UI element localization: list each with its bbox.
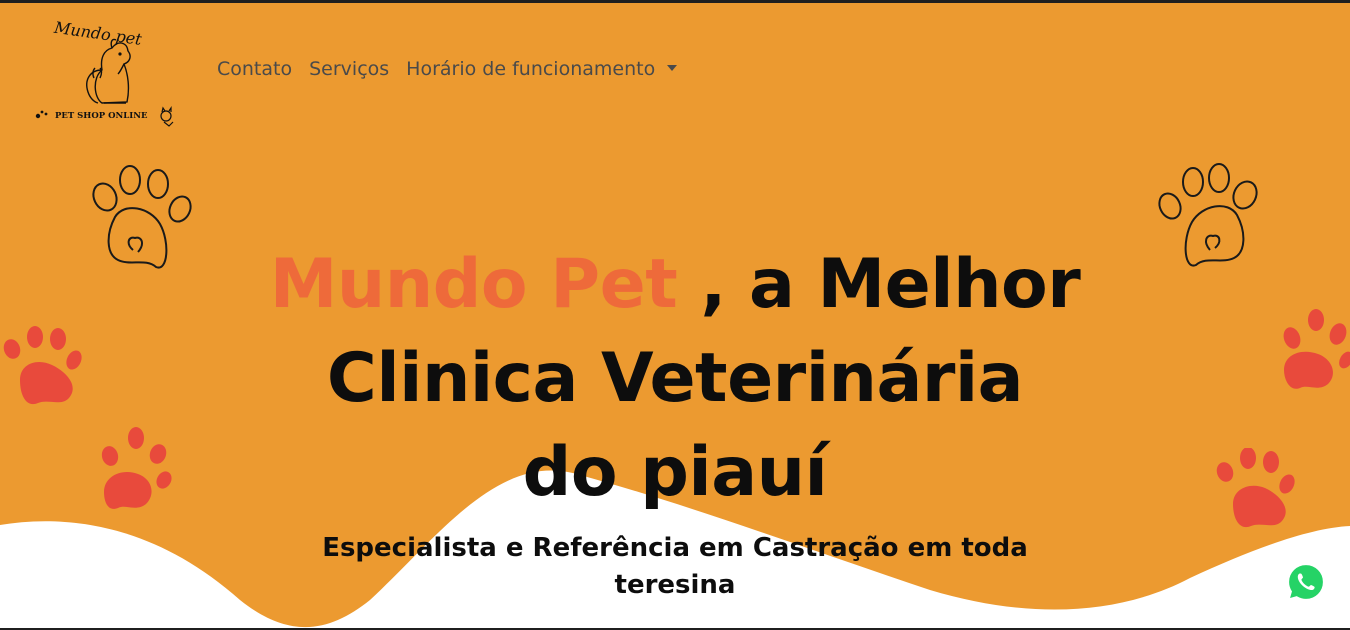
hero-subtitle: Especialista e Referência em Castração e… (300, 530, 1050, 604)
whatsapp-icon (1286, 562, 1326, 602)
logo-graphic: Mundo pet PET SHOP ONLINE (35, 18, 174, 127)
caret-down-icon (667, 64, 678, 71)
svg-text:PET SHOP ONLINE: PET SHOP ONLINE (55, 111, 148, 121)
sitting-dog-cat-icon (86, 38, 131, 104)
nav-link-servicos[interactable]: Serviços (309, 58, 389, 80)
hero-title-line2: Clinica Veterinária (326, 339, 1024, 418)
hero-title-line3: do piauí (522, 433, 828, 512)
svg-text:Mundo pet: Mundo pet (52, 18, 143, 49)
small-cat-icon (160, 106, 174, 127)
whatsapp-button[interactable] (1285, 561, 1327, 603)
main-navigation: Contato Serviços Horário de funcionament… (217, 58, 694, 80)
red-paw-icon (1215, 448, 1295, 530)
small-paw-icon (35, 110, 48, 119)
red-paw-icon (1278, 308, 1350, 394)
hero-title: Mundo Pet , a Melhor Clinica Veterinária d… (175, 238, 1175, 520)
logo-tagline: PET SHOP ONLINE (55, 111, 148, 121)
logo-title-text: Mundo pet (52, 18, 143, 49)
nav-dropdown-horario[interactable]: Horário de funcionamento (406, 58, 678, 80)
logo[interactable]: Mundo pet PET SHOP ONLINE (32, 18, 182, 130)
hero-brand-name: Mundo Pet (269, 245, 678, 324)
nav-link-contato[interactable]: Contato (217, 58, 292, 80)
hero-subtitle-line2: teresina (614, 570, 736, 600)
hero-subtitle-line1: Especialista e Referência em Castração e… (322, 533, 1028, 563)
red-paw-icon (96, 426, 176, 512)
nav-dropdown-label: Horário de funcionamento (406, 58, 656, 80)
red-paw-icon (2, 325, 82, 407)
hero-title-rest: , a Melhor (700, 245, 1081, 324)
